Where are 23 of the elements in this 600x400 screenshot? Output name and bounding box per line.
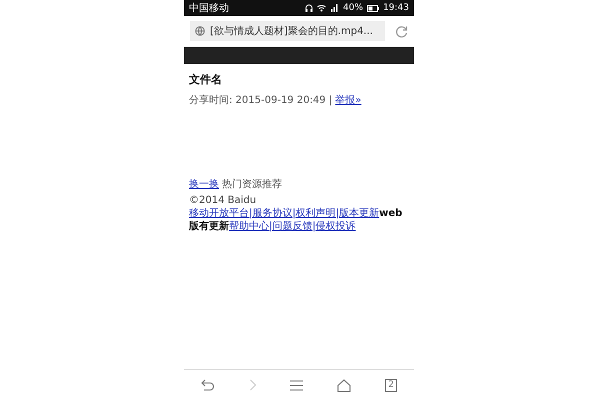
share-time: 分享时间: 2015-09-19 20:49 | <box>189 94 332 107</box>
reload-icon[interactable] <box>395 24 408 38</box>
globe-icon <box>195 26 205 36</box>
menu-icon[interactable] <box>290 380 304 390</box>
battery-percent: 40% <box>343 3 364 13</box>
back-icon[interactable] <box>200 379 215 391</box>
refresh-link[interactable]: 换一换 <box>189 177 219 191</box>
home-icon[interactable] <box>337 378 352 392</box>
address-bar[interactable]: [欲与情成人题材]聚会的目的.mp4... <box>190 21 385 41</box>
footer-text: ©2014 Baidu 移动开放平台|服务协议|权利声明|版本更新web版有更新帮助中心|问题反馈|侵权投诉 <box>189 194 404 233</box>
clock-time: 19:43 <box>383 3 409 13</box>
headphones-icon <box>305 4 314 12</box>
tab-count[interactable]: 2 <box>385 378 398 392</box>
signal-icon <box>330 4 340 12</box>
wifi-icon <box>317 4 326 12</box>
footer-link[interactable]: 帮助中心|问题反馈|侵权投诉 <box>229 221 356 232</box>
carrier-name: 中国移动 <box>189 2 230 15</box>
battery-icon <box>367 4 380 12</box>
file-title: 文件名 <box>189 72 223 87</box>
report-link[interactable]: 举报» <box>335 93 362 107</box>
page-title: [欲与情成人题材]聚会的目的.mp4... <box>210 24 373 38</box>
recommend-label: 热门资源推荐 <box>222 178 282 191</box>
footer-link[interactable]: 移动开放平台|服务协议|权利声明|版本更新 <box>189 208 380 219</box>
